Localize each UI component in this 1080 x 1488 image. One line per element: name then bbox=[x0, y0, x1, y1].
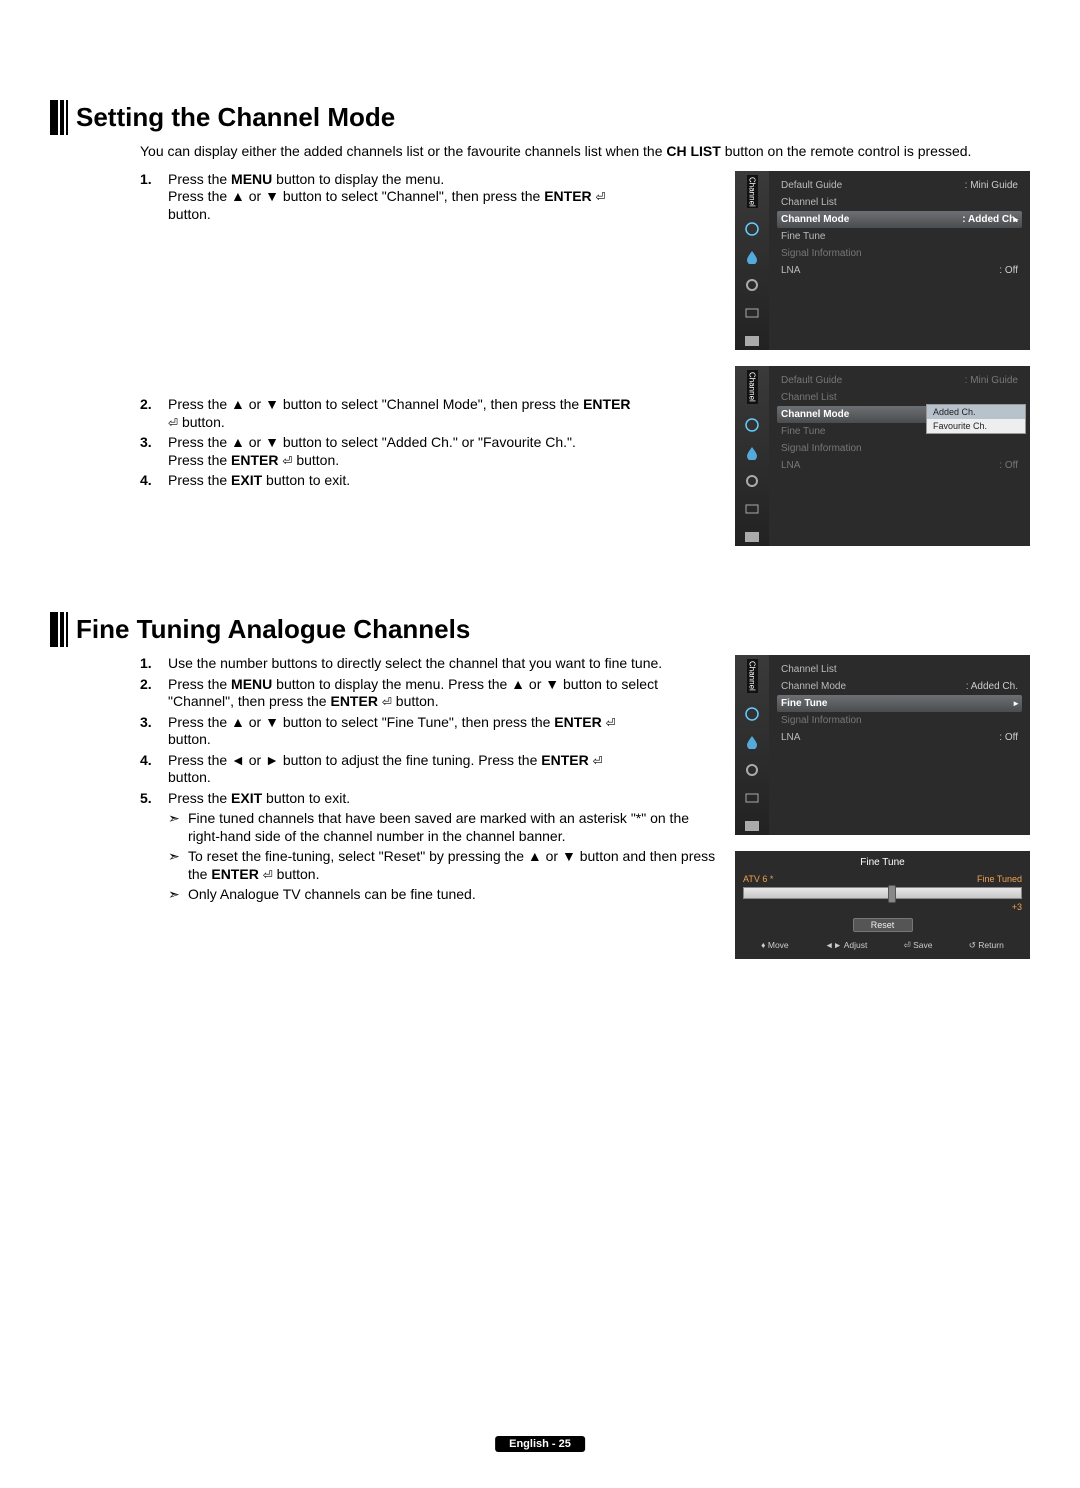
enter-icon bbox=[263, 866, 273, 882]
osd-selected-row[interactable]: Fine Tune bbox=[777, 695, 1022, 712]
osd-menu-fine-tune: Channel Channel List Channel Mode: Added… bbox=[735, 655, 1030, 835]
popup-option-added[interactable]: Added Ch. bbox=[927, 405, 1025, 419]
app-icon bbox=[743, 817, 761, 835]
sidebar-label: Channel bbox=[747, 175, 758, 209]
input-icon bbox=[743, 500, 761, 518]
ft-value: +3 bbox=[743, 902, 1022, 912]
gear-icon bbox=[743, 276, 761, 294]
heading-bar: Fine Tuning Analogue Channels bbox=[50, 612, 1030, 647]
note-text: Only Analogue TV channels can be fine tu… bbox=[188, 886, 476, 904]
ft-slider[interactable] bbox=[743, 887, 1022, 899]
step-text: Press the ▲ or ▼ button to select "Chann… bbox=[168, 396, 723, 431]
ft-slider-handle[interactable] bbox=[888, 885, 896, 903]
enter-icon bbox=[606, 714, 616, 730]
step-list: 1. Use the number buttons to directly se… bbox=[140, 655, 723, 807]
note-arrow-icon: ➣ bbox=[168, 848, 188, 883]
osd-menu-channel-mode: Channel Default Guide: Mini Guide Channe… bbox=[735, 171, 1030, 351]
section-fine-tune: Fine Tuning Analogue Channels 1. Use the… bbox=[50, 612, 1030, 959]
ft-channel: ATV 6 * bbox=[743, 874, 773, 884]
gear-icon bbox=[743, 761, 761, 779]
osd-sidebar: Channel bbox=[735, 171, 769, 351]
step-text: Use the number buttons to directly selec… bbox=[168, 655, 723, 673]
section-title: Setting the Channel Mode bbox=[76, 100, 395, 135]
globe-icon bbox=[743, 705, 761, 723]
sidebar-label: Channel bbox=[747, 659, 758, 693]
notes-list: ➣ Fine tuned channels that have been sav… bbox=[168, 810, 723, 904]
note-text: Fine tuned channels that have been saved… bbox=[188, 810, 723, 845]
osd-fine-tune-dialog: Fine Tune ATV 6 * Fine Tuned +3 Reset ♦ … bbox=[735, 851, 1030, 959]
osd-menu-channel-mode-popup: Channel Default Guide: Mini Guide Channe… bbox=[735, 366, 1030, 546]
input-icon bbox=[743, 304, 761, 322]
drop-icon bbox=[743, 248, 761, 266]
step-list: 2. Press the ▲ or ▼ button to select "Ch… bbox=[140, 396, 723, 490]
osd-selected-row[interactable]: Channel Mode: Added Ch. bbox=[777, 211, 1022, 228]
section-title: Fine Tuning Analogue Channels bbox=[76, 612, 470, 647]
step-number: 1. bbox=[140, 171, 168, 224]
step-text: Press the ▲ or ▼ button to select "Fine … bbox=[168, 714, 723, 749]
drop-icon bbox=[743, 444, 761, 462]
sidebar-label: Channel bbox=[747, 370, 758, 404]
enter-icon bbox=[596, 188, 606, 204]
enter-icon bbox=[593, 752, 603, 768]
popup-option-favourite[interactable]: Favourite Ch. bbox=[927, 419, 1025, 433]
ft-status: Fine Tuned bbox=[977, 874, 1022, 884]
reset-button[interactable]: Reset bbox=[853, 918, 913, 932]
step-number: 3. bbox=[140, 434, 168, 469]
osd-main: Default Guide: Mini Guide Channel List C… bbox=[769, 366, 1030, 546]
enter-icon bbox=[282, 452, 292, 468]
step-text: Press the MENU button to display the men… bbox=[168, 171, 723, 224]
gear-icon bbox=[743, 472, 761, 490]
heading-bar: Setting the Channel Mode bbox=[50, 100, 1030, 135]
globe-icon bbox=[743, 220, 761, 238]
osd-main: Default Guide: Mini Guide Channel List C… bbox=[769, 171, 1030, 351]
step-text: Press the MENU button to display the men… bbox=[168, 676, 723, 711]
app-icon bbox=[743, 332, 761, 350]
note-arrow-icon: ➣ bbox=[168, 886, 188, 904]
step-text: Press the EXIT button to exit. bbox=[168, 790, 723, 808]
enter-icon bbox=[382, 693, 392, 709]
osd-main: Channel List Channel Mode: Added Ch. Fin… bbox=[769, 655, 1030, 835]
dialog-footer: ♦ Move ◄► Adjust ⏎ Save ↺ Return bbox=[743, 940, 1022, 951]
step-text: Press the ▲ or ▼ button to select "Added… bbox=[168, 434, 723, 469]
intro-text: You can display either the added channel… bbox=[140, 143, 1000, 161]
input-icon bbox=[743, 789, 761, 807]
step-text: Press the ◄ or ► button to adjust the fi… bbox=[168, 752, 723, 787]
osd-sidebar: Channel bbox=[735, 655, 769, 835]
app-icon bbox=[743, 528, 761, 546]
section-channel-mode: Setting the Channel Mode You can display… bbox=[50, 100, 1030, 562]
note-text: To reset the fine-tuning, select "Reset"… bbox=[188, 848, 723, 883]
osd-sidebar: Channel bbox=[735, 366, 769, 546]
drop-icon bbox=[743, 733, 761, 751]
step-list: 1. Press the MENU button to display the … bbox=[140, 171, 723, 224]
step-number: 2. bbox=[140, 396, 168, 431]
step-text: Press the EXIT button to exit. bbox=[168, 472, 723, 490]
dialog-title: Fine Tune bbox=[743, 857, 1022, 868]
note-arrow-icon: ➣ bbox=[168, 810, 188, 845]
enter-icon bbox=[168, 414, 178, 430]
step-number: 4. bbox=[140, 472, 168, 490]
page-footer: English - 25 bbox=[495, 1436, 585, 1452]
osd-popup: Added Ch. Favourite Ch. bbox=[926, 404, 1026, 434]
globe-icon bbox=[743, 416, 761, 434]
